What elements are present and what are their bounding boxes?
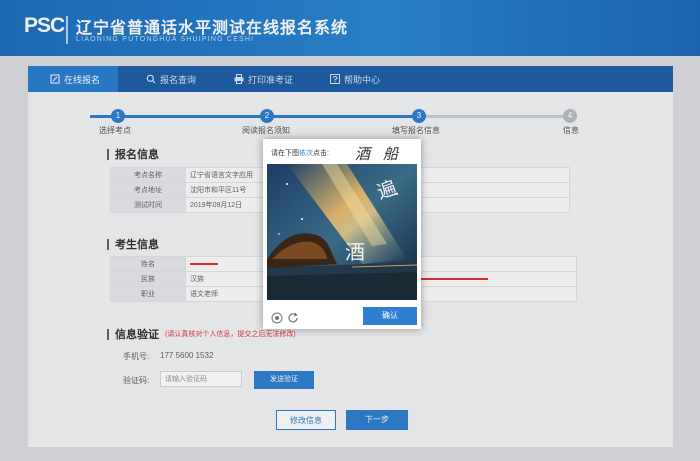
page: PSC 辽宁省普通话水平测试在线报名系统 LIAONING PUTONGHUA …	[0, 0, 700, 461]
captcha-image-char-1: 酒	[345, 240, 365, 264]
captcha-artwork: 酒 遍	[267, 164, 417, 300]
audio-captcha-icon[interactable]	[271, 311, 283, 324]
captcha-confirm-button[interactable]: 确认	[363, 307, 417, 325]
captcha-image[interactable]: 酒 遍	[267, 164, 417, 300]
refresh-icon[interactable]	[287, 311, 299, 323]
captcha-target-char-1: 酒	[355, 145, 371, 163]
captcha-dialog: 请在下图依次点击: 酒 船 酒 遍 确认	[263, 139, 421, 329]
captcha-target-char-2: 船	[383, 145, 399, 163]
captcha-prompt: 请在下图依次点击:	[271, 150, 329, 157]
